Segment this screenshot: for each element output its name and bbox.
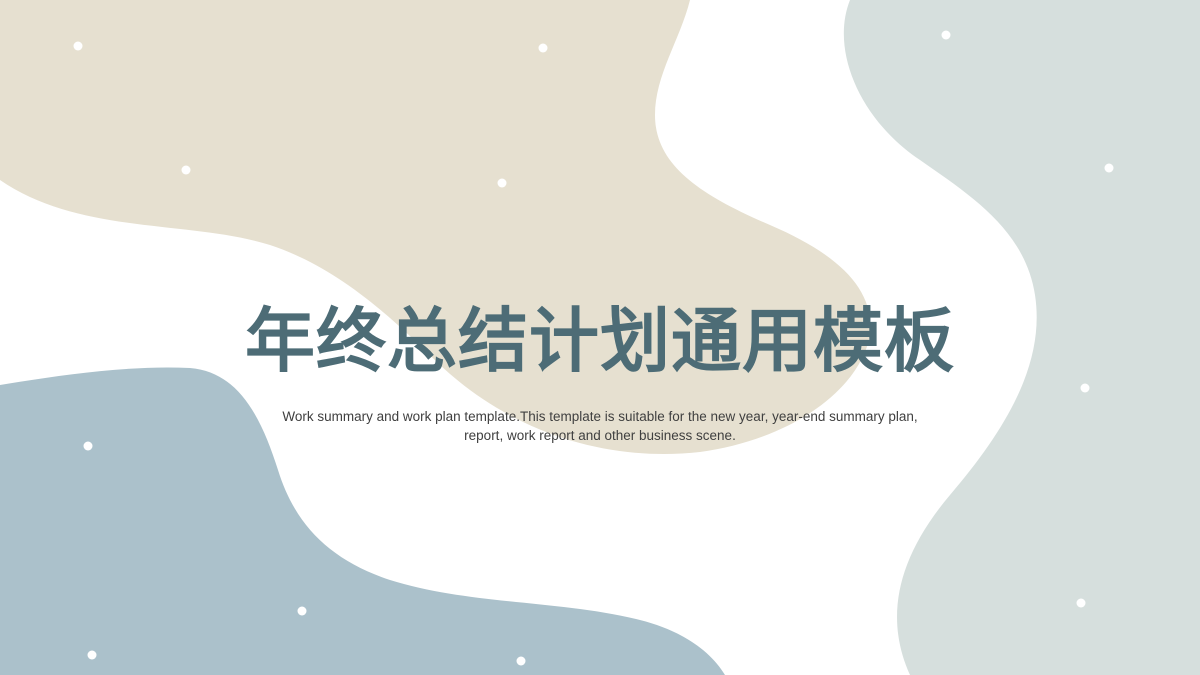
dot [1104,163,1114,173]
dot [1076,598,1086,608]
slide-title: 年终总结计划通用模板 [245,300,955,382]
dot [297,606,307,616]
dot [181,165,191,175]
subtitle-line-1: Work summary and work plan template.This… [282,409,918,424]
dot [538,43,548,53]
dot [941,30,951,40]
dot [516,656,526,666]
dot [497,178,507,188]
dot [87,650,97,660]
slide-subtitle: Work summary and work plan template.This… [260,407,940,445]
subtitle-line-2: report, work report and other business s… [464,428,736,443]
dot [83,441,93,451]
dot [73,41,83,51]
slide: 年终总结计划通用模板 Work summary and work plan te… [0,0,1200,675]
